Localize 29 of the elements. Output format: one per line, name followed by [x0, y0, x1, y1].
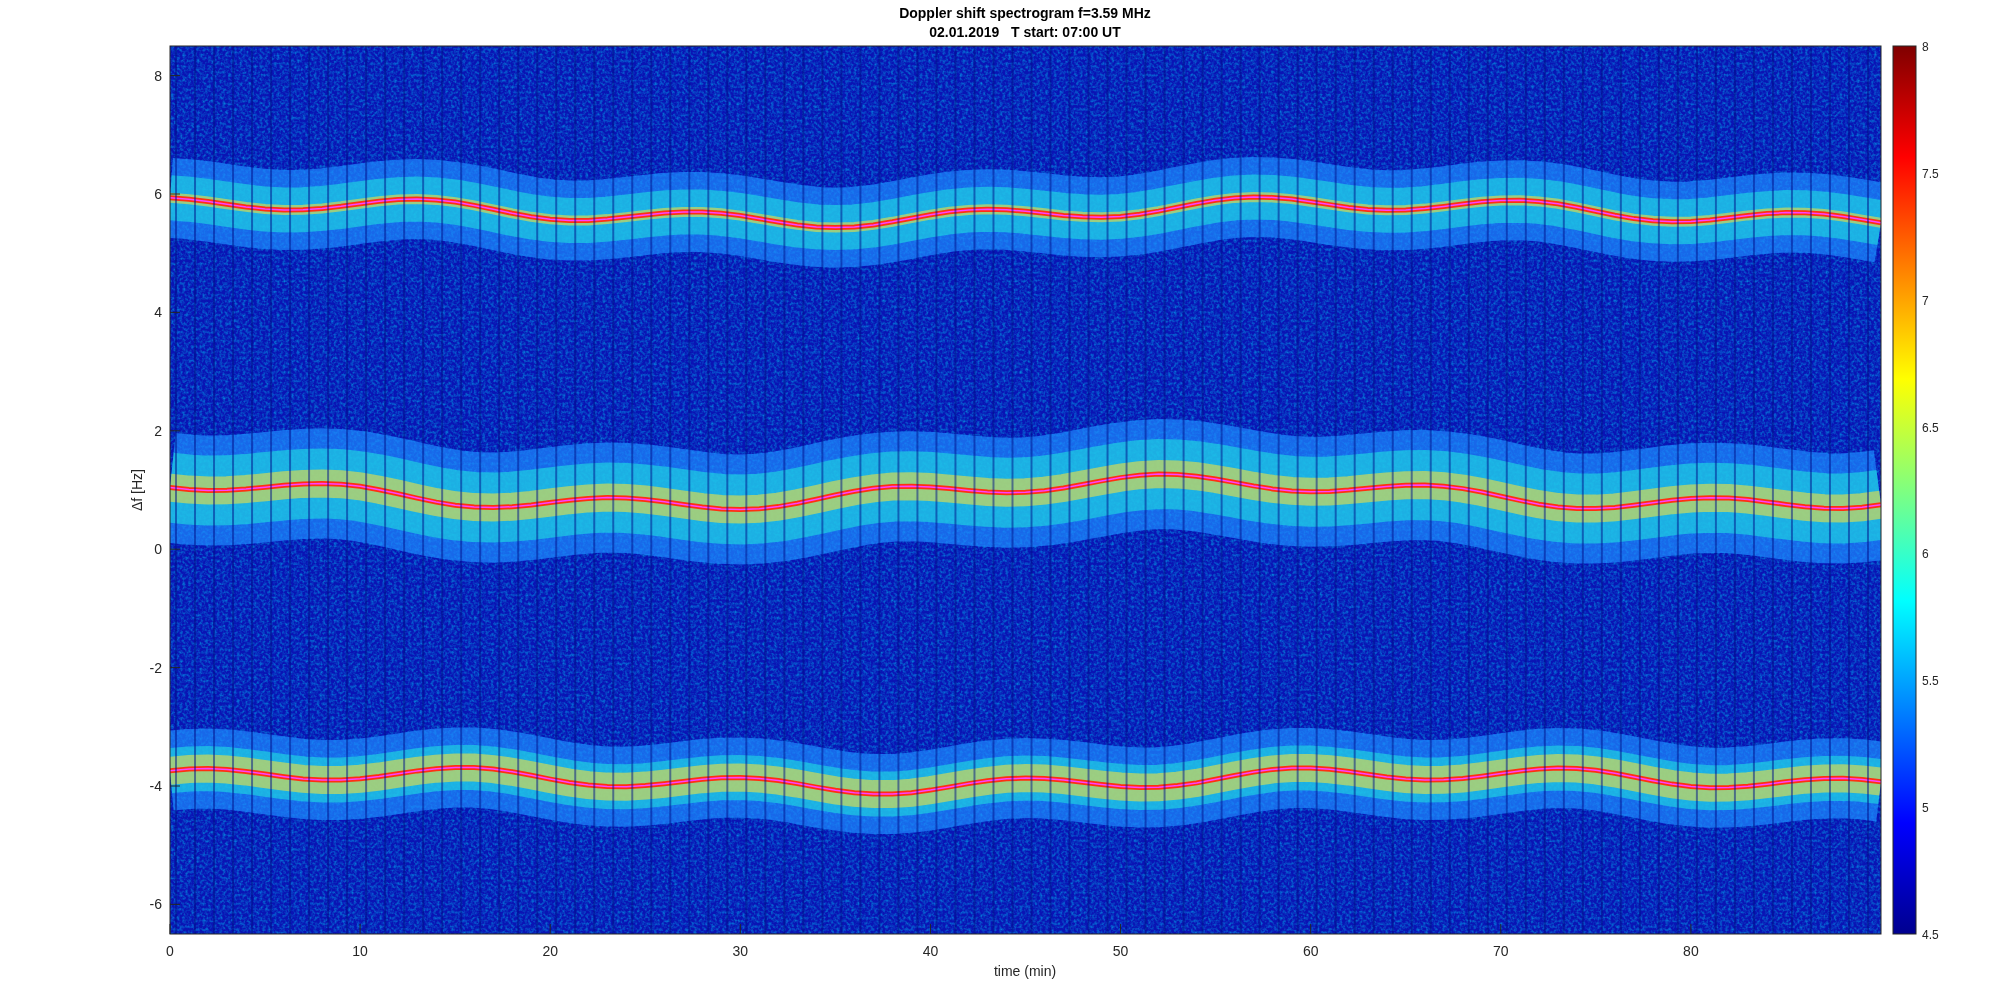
- colorbar-tick-label: 5.5: [1922, 674, 1939, 689]
- x-tick-label: 20: [542, 943, 558, 959]
- x-tick-label: 80: [1683, 943, 1699, 959]
- y-tick-label: 8: [154, 67, 162, 84]
- chart-subtitle: 02.01.2019 T start: 07:00 UT: [929, 24, 1121, 40]
- y-tick-label: 6: [154, 186, 162, 202]
- y-tick-label: 2: [154, 422, 162, 439]
- colorbar-tick-label: 5: [1922, 801, 1929, 816]
- x-tick-label: 10: [352, 943, 368, 959]
- chart-title: Doppler shift spectrogram f=3.59 MHz: [899, 5, 1151, 21]
- colorbar-tick-label: 7: [1922, 293, 1929, 308]
- x-tick-label: 30: [732, 943, 749, 959]
- x-axis-label: time (min): [993, 963, 1057, 979]
- colorbar-tick-label: 6.5: [1922, 420, 1939, 435]
- y-tick-label: 0: [154, 541, 162, 558]
- y-axis-label: Δf [Hz]: [129, 469, 145, 511]
- y-tick-label: 4: [154, 304, 162, 321]
- y-tick-label: -2: [149, 659, 162, 676]
- colorbar-tick-label: 7.5: [1922, 166, 1939, 181]
- colorbar-tick-label: 6: [1922, 547, 1929, 562]
- y-tick-label: -4: [149, 778, 162, 794]
- x-tick-label: 0: [166, 943, 174, 959]
- colorbar-tick-label: 8: [1922, 40, 1929, 54]
- y-tick-label: -6: [149, 896, 162, 913]
- x-tick-label: 50: [1112, 943, 1129, 959]
- x-tick-label: 40: [922, 943, 939, 959]
- x-tick-label: 70: [1493, 943, 1509, 959]
- colorbar-tick-label: 4.5: [1922, 928, 1939, 942]
- x-tick-label: 60: [1302, 943, 1319, 959]
